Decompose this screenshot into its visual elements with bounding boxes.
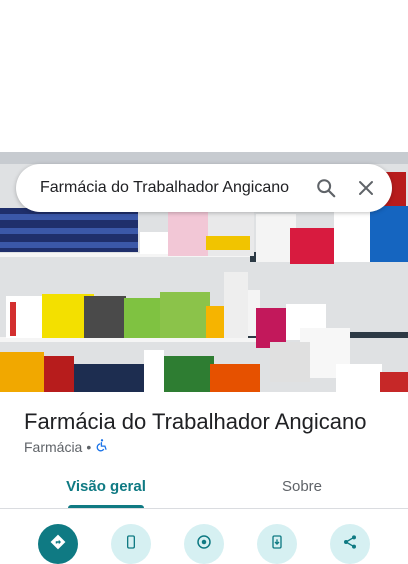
wheelchair-icon (95, 438, 109, 455)
tab-overview[interactable]: Visão geral (60, 464, 152, 508)
place-category: Farmácia (24, 438, 83, 455)
tab-active-indicator (68, 505, 144, 508)
phone-icon (123, 534, 139, 555)
action-buttons (0, 520, 408, 564)
search-icon[interactable] (312, 174, 340, 202)
place-subtitle: Farmácia • (24, 438, 109, 455)
search-input[interactable]: Farmácia do Trabalhador Angicano (16, 179, 312, 197)
share-button[interactable] (330, 524, 370, 564)
separator-dot: • (86, 438, 92, 455)
call-button[interactable] (111, 524, 151, 564)
save-icon (195, 533, 213, 556)
close-icon[interactable] (352, 174, 380, 202)
place-title: Farmácia do Trabalhador Angicano (24, 409, 367, 434)
share-icon (342, 534, 358, 555)
directions-button[interactable] (38, 524, 78, 564)
directions-icon (49, 533, 67, 556)
save-button[interactable] (184, 524, 224, 564)
tab-about[interactable]: Sobre (262, 464, 342, 508)
tab-bar: Visão geral Sobre (0, 464, 408, 509)
send-to-phone-button[interactable] (257, 524, 297, 564)
send-to-phone-icon (269, 534, 285, 555)
search-bar[interactable]: Farmácia do Trabalhador Angicano (16, 164, 392, 212)
